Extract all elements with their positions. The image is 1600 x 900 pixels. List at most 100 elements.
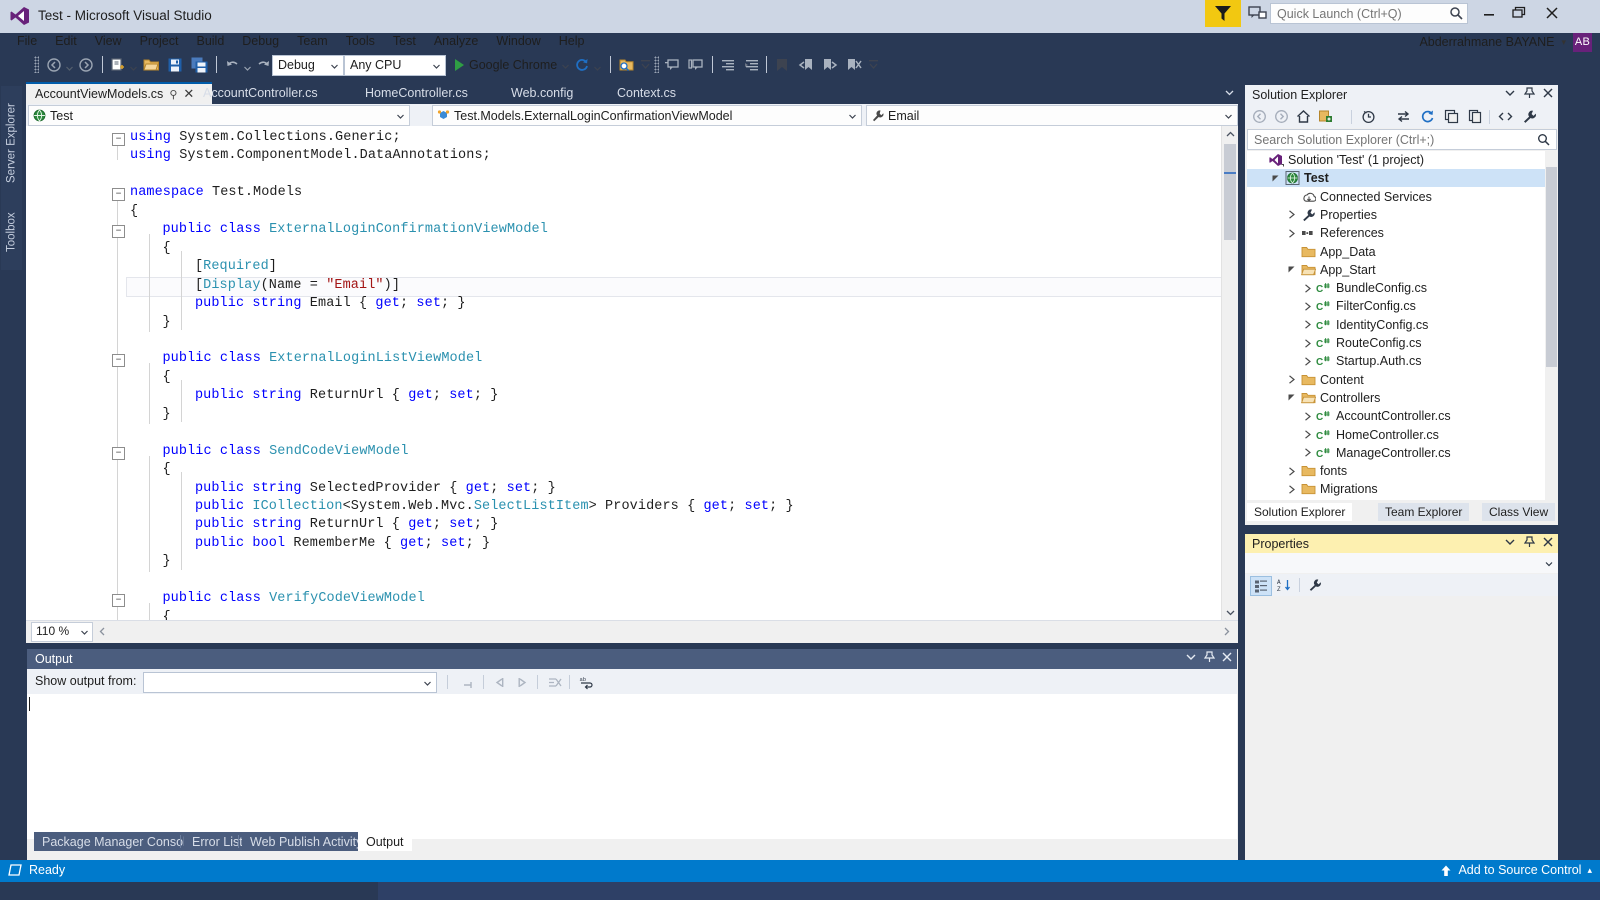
menu-analyze[interactable]: Analyze xyxy=(425,31,487,51)
refresh-icon[interactable] xyxy=(572,54,592,75)
tree-node[interactable]: Test xyxy=(1247,169,1555,188)
tree-node[interactable]: C BundleConfig.cs xyxy=(1247,279,1555,297)
bottom-tab-error-list[interactable]: Error List xyxy=(184,832,251,851)
tree-node[interactable]: Controllers xyxy=(1247,389,1555,407)
chevron-down-icon[interactable]: ▾ xyxy=(1561,37,1566,48)
nav-member-combo[interactable]: Email xyxy=(866,105,1238,126)
menu-project[interactable]: Project xyxy=(131,31,188,51)
properties-object-combo[interactable] xyxy=(1245,553,1558,573)
tree-node[interactable]: C IdentityConfig.cs xyxy=(1247,316,1555,334)
code-line[interactable]: public ICollection<System.Web.Mvc.Select… xyxy=(195,499,794,514)
menu-debug[interactable]: Debug xyxy=(233,31,288,51)
close-button[interactable] xyxy=(1539,3,1565,22)
code-line[interactable]: public class SendCodeViewModel xyxy=(162,444,408,459)
categorized-view-icon[interactable] xyxy=(1250,576,1272,596)
expander-collapsed-icon[interactable] xyxy=(1283,210,1299,220)
chevron-down-icon[interactable] xyxy=(1504,87,1516,99)
expander-collapsed-icon[interactable] xyxy=(1299,412,1315,421)
tree-node[interactable]: C ManageController.cs xyxy=(1247,444,1555,462)
decrease-indent-icon[interactable] xyxy=(718,54,738,75)
chevron-down-icon[interactable] xyxy=(424,680,431,687)
menu-team[interactable]: Team xyxy=(288,31,337,51)
chevron-up-icon[interactable]: ▴ xyxy=(1587,865,1592,876)
save-icon[interactable] xyxy=(164,54,186,75)
code-line[interactable]: [Required] xyxy=(195,259,277,274)
navigate-back-icon[interactable] xyxy=(1249,107,1269,126)
find-in-files-icon[interactable] xyxy=(616,54,636,75)
view-code-icon[interactable] xyxy=(1495,107,1515,126)
toolbar-overflow-icon[interactable] xyxy=(641,58,650,72)
find-message-icon[interactable] xyxy=(459,673,477,691)
go-to-previous-message-icon[interactable] xyxy=(491,673,509,691)
tree-node[interactable]: C AccountController.cs xyxy=(1247,407,1555,425)
home-icon[interactable] xyxy=(1293,107,1313,126)
tab-homecontroller-cs[interactable]: HomeController.cs xyxy=(356,82,477,104)
filter-icon[interactable] xyxy=(1205,0,1241,27)
feedback-icon[interactable] xyxy=(1248,5,1268,23)
fold-toggle-icon[interactable]: – xyxy=(112,594,125,608)
bottom-tab-web-publish-activity[interactable]: Web Publish Activity xyxy=(242,832,371,851)
search-input[interactable] xyxy=(1252,131,1520,149)
scroll-up-icon[interactable] xyxy=(1222,126,1238,142)
expander-collapsed-icon[interactable] xyxy=(1299,430,1315,439)
source-control-status[interactable]: Add to Source Control ▴ xyxy=(1440,863,1592,877)
tab-solution-explorer[interactable]: Solution Explorer xyxy=(1247,503,1353,521)
undo-icon[interactable] xyxy=(222,54,242,75)
chevron-down-icon[interactable] xyxy=(81,629,88,636)
uncomment-selection-icon[interactable] xyxy=(686,54,706,75)
fold-toggle-icon[interactable]: – xyxy=(112,225,125,239)
new-project-icon[interactable] xyxy=(108,54,128,75)
tree-node[interactable]: Properties xyxy=(1247,206,1555,224)
account-area[interactable]: Abderrahmane BAYANE ▾ AB xyxy=(1419,31,1592,53)
menu-edit[interactable]: Edit xyxy=(46,31,86,51)
chevron-down-icon[interactable] xyxy=(849,113,856,120)
code-line[interactable]: public string SelectedProvider { get; se… xyxy=(195,481,556,496)
tree-node[interactable]: C HomeController.cs xyxy=(1247,426,1555,444)
tree-node[interactable]: fonts xyxy=(1247,462,1555,480)
close-icon[interactable] xyxy=(1221,651,1233,663)
code-line[interactable]: namespace Test.Models xyxy=(130,185,302,200)
toggle-word-wrap-icon[interactable]: ab xyxy=(577,673,595,691)
navigate-back-icon[interactable] xyxy=(44,54,64,75)
expander-expanded-icon[interactable] xyxy=(1267,174,1283,183)
scroll-left-icon[interactable] xyxy=(94,623,110,639)
editor-horizontal-scrollbar[interactable] xyxy=(94,622,1234,640)
code-line[interactable]: public bool RememberMe { get; set; } xyxy=(195,536,490,551)
nav-type-combo[interactable]: Test.Models.ExternalLoginConfirmationVie… xyxy=(432,105,862,126)
code-line[interactable]: { xyxy=(162,462,170,477)
code-line[interactable]: } xyxy=(162,407,170,422)
tree-node[interactable]: References xyxy=(1247,224,1555,242)
alphabetical-sort-icon[interactable]: AZ xyxy=(1274,576,1294,594)
pin-icon[interactable] xyxy=(1203,651,1215,663)
editor-vertical-scrollbar[interactable] xyxy=(1221,126,1238,620)
close-icon[interactable] xyxy=(1542,536,1554,548)
pending-changes-filter-icon[interactable] xyxy=(1315,107,1335,126)
go-to-next-message-icon[interactable] xyxy=(513,673,531,691)
comment-selection-icon[interactable] xyxy=(662,54,682,75)
scrollbar-thumb[interactable] xyxy=(1224,144,1236,240)
chevron-down-icon[interactable] xyxy=(1225,88,1234,97)
open-file-icon[interactable] xyxy=(140,54,162,75)
tab-class-view[interactable]: Class View xyxy=(1482,503,1556,521)
tree-node[interactable]: App_Data xyxy=(1247,243,1555,261)
restore-button[interactable] xyxy=(1506,3,1532,22)
tab-web-config[interactable]: Web.config xyxy=(502,82,582,104)
next-bookmark-icon[interactable] xyxy=(820,54,840,75)
pin-icon[interactable] xyxy=(1523,536,1535,548)
chevron-down-icon[interactable] xyxy=(562,63,570,70)
window-position-icon[interactable] xyxy=(1185,651,1197,663)
menu-file[interactable]: File xyxy=(8,31,46,51)
code-line[interactable]: [Display(Name = "Email")] xyxy=(195,278,400,293)
fold-toggle-icon[interactable]: – xyxy=(112,133,125,146)
code-line[interactable]: public string Email { get; set; } xyxy=(195,296,466,311)
menu-test[interactable]: Test xyxy=(384,31,425,51)
avatar[interactable]: AB xyxy=(1573,32,1592,52)
quick-launch-input[interactable] xyxy=(1275,5,1442,23)
clear-bookmarks-icon[interactable] xyxy=(844,54,864,75)
view-history-icon[interactable] xyxy=(1358,107,1378,126)
dock-tab-server-explorer[interactable]: Server Explorer xyxy=(1,86,22,200)
expander-expanded-icon[interactable] xyxy=(1283,393,1299,402)
expander-collapsed-icon[interactable] xyxy=(1299,283,1315,293)
navigate-forward-icon[interactable] xyxy=(1271,107,1291,126)
tab-accountcontroller-cs[interactable]: AccountController.cs xyxy=(194,82,327,104)
